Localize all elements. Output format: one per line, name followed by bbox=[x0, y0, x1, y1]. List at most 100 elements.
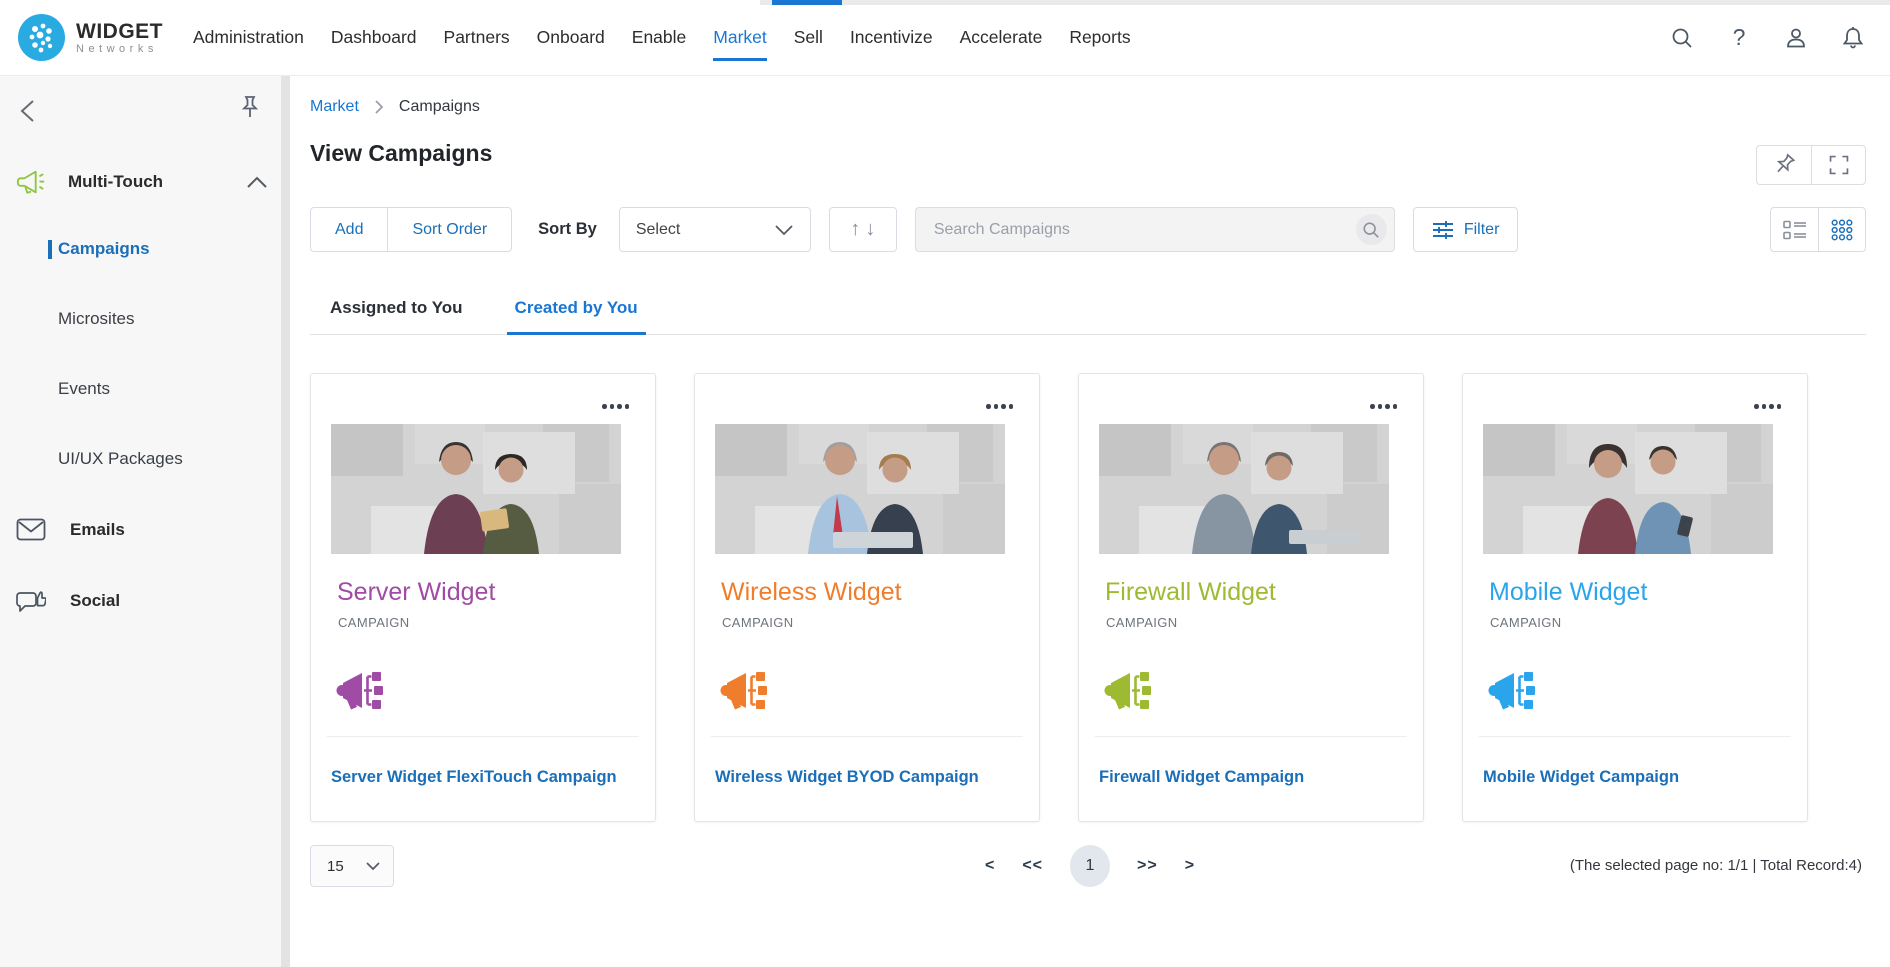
campaign-photo bbox=[1099, 424, 1389, 554]
sort-ascending-icon[interactable]: ↑ bbox=[850, 218, 860, 241]
pager-current-page[interactable]: 1 bbox=[1070, 845, 1110, 887]
envelope-icon bbox=[16, 518, 46, 541]
card-title: Wireless Widget bbox=[721, 578, 902, 607]
campaign-megaphone-icon bbox=[1104, 670, 1151, 711]
pager-summary: (The selected page no: 1/1 | Total Recor… bbox=[1570, 857, 1862, 874]
nav-item-dashboard[interactable]: Dashboard bbox=[331, 0, 417, 75]
add-button[interactable]: Add bbox=[311, 208, 387, 251]
nav-item-incentivize[interactable]: Incentivize bbox=[850, 0, 933, 75]
search-icon[interactable] bbox=[1669, 25, 1695, 51]
campaign-card[interactable]: Wireless Widget CAMPAIGN Wireless Widget… bbox=[694, 373, 1040, 822]
pager-first-button[interactable]: << bbox=[1022, 857, 1043, 875]
add-sort-group: Add Sort Order bbox=[310, 207, 512, 252]
campaign-link[interactable]: Mobile Widget Campaign bbox=[1483, 768, 1791, 787]
top-navigation-bar: WIDGET Networks Administration Dashboard… bbox=[0, 0, 1890, 76]
sort-direction-buttons[interactable]: ↑ ↓ bbox=[829, 207, 897, 252]
grid-view-icon bbox=[1831, 219, 1853, 241]
content-area: Market Campaigns View Campaigns Add Sort… bbox=[290, 76, 1890, 967]
search-campaigns bbox=[915, 207, 1395, 252]
pager-prev-button[interactable]: < bbox=[985, 857, 995, 875]
sidebar: Multi-Touch Campaigns Microsites Events … bbox=[0, 76, 290, 967]
search-campaigns-input[interactable] bbox=[915, 207, 1395, 252]
card-divider bbox=[1479, 736, 1791, 737]
card-menu-icon[interactable] bbox=[982, 400, 1017, 413]
sidebar-item-microsites[interactable]: Microsites bbox=[58, 309, 135, 329]
sidebar-item-social[interactable]: Social bbox=[16, 588, 120, 614]
sort-by-select[interactable]: Select bbox=[619, 207, 811, 252]
card-category-label: CAMPAIGN bbox=[338, 615, 410, 630]
pin-icon[interactable] bbox=[238, 94, 264, 128]
campaign-link[interactable]: Firewall Widget Campaign bbox=[1099, 768, 1407, 787]
campaign-card[interactable]: Firewall Widget CAMPAIGN Firewall Widget… bbox=[1078, 373, 1424, 822]
panel-actions bbox=[1756, 145, 1866, 185]
campaign-megaphone-icon bbox=[720, 670, 767, 711]
nav-item-sell[interactable]: Sell bbox=[794, 0, 823, 75]
pin-icon bbox=[1767, 148, 1801, 182]
expand-button[interactable] bbox=[1811, 145, 1866, 185]
nav-item-market[interactable]: Market bbox=[713, 0, 766, 75]
sidebar-item-emails[interactable]: Emails bbox=[16, 518, 125, 541]
campaign-megaphone-icon bbox=[1488, 670, 1535, 711]
megaphone-icon bbox=[16, 168, 46, 196]
list-view-button[interactable] bbox=[1770, 207, 1818, 252]
grid-view-button[interactable] bbox=[1818, 207, 1866, 252]
nav-item-accelerate[interactable]: Accelerate bbox=[960, 0, 1043, 75]
sort-by-select-value: Select bbox=[636, 221, 680, 239]
card-divider bbox=[1095, 736, 1407, 737]
page-size-select[interactable]: 15 bbox=[310, 845, 394, 887]
filter-label: Filter bbox=[1464, 221, 1500, 239]
list-view-icon bbox=[1783, 220, 1807, 240]
notifications-icon[interactable] bbox=[1840, 25, 1866, 51]
campaign-card[interactable]: Mobile Widget CAMPAIGN Mobile Widget Cam… bbox=[1462, 373, 1808, 822]
search-submit-button[interactable] bbox=[1356, 214, 1387, 245]
tab-assigned-to-you[interactable]: Assigned to You bbox=[322, 298, 471, 334]
campaign-tabs: Assigned to You Created by You bbox=[310, 298, 1866, 335]
sort-order-button[interactable]: Sort Order bbox=[387, 208, 511, 251]
breadcrumb-market-link[interactable]: Market bbox=[310, 98, 359, 116]
page-title: View Campaigns bbox=[310, 140, 492, 167]
breadcrumb-chevron-icon bbox=[373, 99, 385, 115]
card-category-label: CAMPAIGN bbox=[1106, 615, 1178, 630]
page-scrollbar-thumb[interactable] bbox=[772, 0, 842, 5]
widget-networks-logo[interactable] bbox=[18, 14, 65, 61]
card-category-label: CAMPAIGN bbox=[1490, 615, 1562, 630]
sidebar-item-uiux-packages[interactable]: UI/UX Packages bbox=[58, 449, 183, 469]
nav-item-partners[interactable]: Partners bbox=[444, 0, 510, 75]
campaign-link[interactable]: Wireless Widget BYOD Campaign bbox=[715, 768, 1023, 787]
card-menu-icon[interactable] bbox=[1750, 400, 1785, 413]
card-menu-icon[interactable] bbox=[1366, 400, 1401, 413]
card-menu-icon[interactable] bbox=[598, 400, 633, 413]
sidebar-item-label: Social bbox=[70, 591, 120, 611]
nav-item-reports[interactable]: Reports bbox=[1069, 0, 1130, 75]
filter-button[interactable]: Filter bbox=[1413, 207, 1519, 252]
campaign-photo bbox=[1483, 424, 1773, 554]
main-nav: Administration Dashboard Partners Onboar… bbox=[193, 0, 1131, 75]
card-divider bbox=[711, 736, 1023, 737]
breadcrumb-current: Campaigns bbox=[399, 98, 480, 116]
card-title: Server Widget bbox=[337, 578, 495, 607]
brand-title: WIDGET bbox=[76, 20, 163, 43]
campaign-link[interactable]: Server Widget FlexiTouch Campaign bbox=[331, 768, 639, 787]
sidebar-item-campaigns[interactable]: Campaigns bbox=[58, 239, 150, 259]
nav-item-administration[interactable]: Administration bbox=[193, 0, 304, 75]
user-icon[interactable] bbox=[1783, 25, 1809, 51]
card-title: Mobile Widget bbox=[1489, 578, 1647, 607]
campaign-card[interactable]: Server Widget CAMPAIGN Server Widget Fle… bbox=[310, 373, 656, 822]
pin-panel-button[interactable] bbox=[1756, 145, 1811, 185]
sort-by-label: Sort By bbox=[538, 220, 597, 239]
nav-item-enable[interactable]: Enable bbox=[632, 0, 687, 75]
nav-item-onboard[interactable]: Onboard bbox=[537, 0, 605, 75]
tab-created-by-you[interactable]: Created by You bbox=[507, 298, 646, 334]
pager-next-button[interactable]: > bbox=[1185, 857, 1195, 875]
help-icon[interactable]: ? bbox=[1726, 25, 1752, 51]
campaign-photo bbox=[715, 424, 1005, 554]
sidebar-collapse-button[interactable] bbox=[16, 96, 46, 126]
sort-descending-icon[interactable]: ↓ bbox=[865, 218, 875, 241]
sidebar-section-multi-touch[interactable]: Multi-Touch bbox=[16, 168, 268, 196]
pager-last-button[interactable]: >> bbox=[1137, 857, 1158, 875]
page-size-value: 15 bbox=[327, 858, 344, 875]
view-toggle bbox=[1770, 207, 1866, 252]
breadcrumb: Market Campaigns bbox=[310, 98, 480, 116]
sidebar-item-events[interactable]: Events bbox=[58, 379, 110, 399]
campaigns-toolbar: Add Sort Order Sort By Select ↑ ↓ Filter bbox=[310, 207, 1518, 252]
